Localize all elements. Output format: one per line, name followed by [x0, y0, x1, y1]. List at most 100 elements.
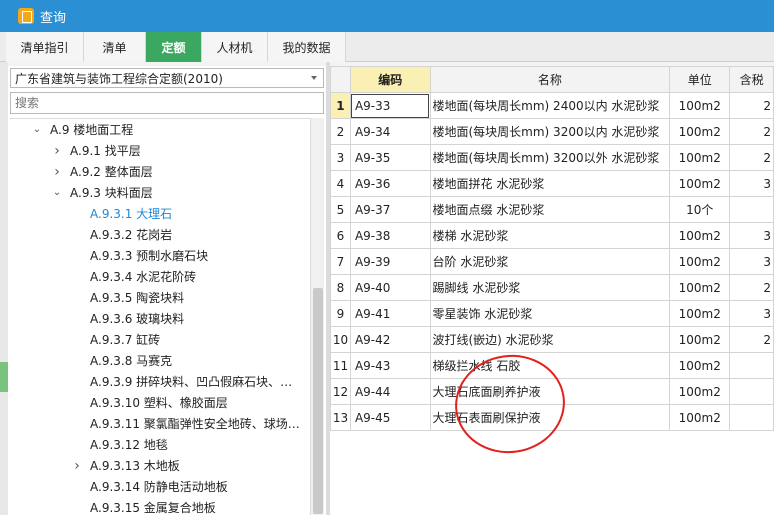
- row-number-cell[interactable]: 12: [330, 378, 351, 405]
- table-row[interactable]: 7 A9-39 台阶 水泥砂浆 100m2 3: [330, 248, 774, 275]
- column-header-code[interactable]: 编码: [349, 66, 431, 93]
- code-cell[interactable]: A9-40: [349, 274, 431, 301]
- table-row[interactable]: 1 A9-33 楼地面(每块周长mm) 2400以内 水泥砂浆 100m2 2: [330, 92, 774, 119]
- unit-cell[interactable]: 100m2: [669, 170, 731, 197]
- tree-item[interactable]: A.9.3.12 地毯: [10, 434, 310, 455]
- name-cell[interactable]: 台阶 水泥砂浆: [429, 248, 671, 275]
- table-row[interactable]: 9 A9-41 零星装饰 水泥砂浆 100m2 3: [330, 300, 774, 327]
- tree-item[interactable]: ⌄ A.9.3 块料面层: [10, 182, 310, 203]
- tree-item[interactable]: › A.9.2 整体面层: [10, 161, 310, 182]
- unit-cell[interactable]: 100m2: [669, 378, 731, 405]
- code-cell[interactable]: A9-43: [349, 352, 431, 379]
- row-number-cell[interactable]: 1: [330, 92, 351, 119]
- row-number-cell[interactable]: 6: [330, 222, 351, 249]
- unit-cell[interactable]: 100m2: [669, 274, 731, 301]
- chevron-right-icon[interactable]: ›: [52, 143, 62, 159]
- row-number-cell[interactable]: 2: [330, 118, 351, 145]
- tree-item[interactable]: A.9.3.2 花岗岩: [10, 224, 310, 245]
- tree-scrollbar[interactable]: [310, 118, 324, 515]
- tab-bill[interactable]: 清单: [84, 32, 146, 62]
- unit-cell[interactable]: 100m2: [669, 92, 731, 119]
- name-cell[interactable]: 楼地面(每块周长mm) 2400以内 水泥砂浆: [429, 92, 671, 119]
- unit-cell[interactable]: 100m2: [669, 222, 731, 249]
- tree-item[interactable]: A.9.3.15 金属复合地板: [10, 497, 310, 515]
- table-row[interactable]: 4 A9-36 楼地面拼花 水泥砂浆 100m2 3: [330, 170, 774, 197]
- row-number-cell[interactable]: 4: [330, 170, 351, 197]
- unit-cell[interactable]: 100m2: [669, 144, 731, 171]
- tree-item[interactable]: › A.9.1 找平层: [10, 140, 310, 161]
- code-cell[interactable]: A9-42: [349, 326, 431, 353]
- table-row[interactable]: 10 A9-42 波打线(嵌边) 水泥砂浆 100m2 2: [330, 326, 774, 353]
- unit-cell[interactable]: 100m2: [669, 404, 731, 431]
- unit-cell[interactable]: 10个: [669, 196, 731, 223]
- chevron-right-icon[interactable]: ›: [52, 164, 62, 180]
- tax-price-cell[interactable]: [729, 378, 774, 405]
- tree-item[interactable]: A.9.3.7 缸砖: [10, 329, 310, 350]
- row-number-cell[interactable]: 7: [330, 248, 351, 275]
- tab-my-data[interactable]: 我的数据: [268, 32, 346, 62]
- caret-down-icon[interactable]: [311, 76, 317, 80]
- code-cell[interactable]: A9-44: [349, 378, 431, 405]
- name-cell[interactable]: 楼梯 水泥砂浆: [429, 222, 671, 249]
- row-number-cell[interactable]: 9: [330, 300, 351, 327]
- tax-price-cell[interactable]: [729, 404, 774, 431]
- tree-item[interactable]: A.9.3.1 大理石: [10, 203, 310, 224]
- name-cell[interactable]: 零星装饰 水泥砂浆: [429, 300, 671, 327]
- tree-item[interactable]: A.9.3.8 马赛克: [10, 350, 310, 371]
- tree-item[interactable]: A.9.3.6 玻璃块料: [10, 308, 310, 329]
- tax-price-cell[interactable]: 3: [729, 170, 774, 197]
- row-number-cell[interactable]: 8: [330, 274, 351, 301]
- tree-item[interactable]: A.9.3.11 聚氯酯弹性安全地砖、球场…: [10, 413, 310, 434]
- tax-price-cell[interactable]: 2: [729, 274, 774, 301]
- tab-bill-guide[interactable]: 清单指引: [6, 32, 84, 62]
- chevron-right-icon[interactable]: ›: [72, 458, 82, 474]
- tax-price-cell[interactable]: 3: [729, 300, 774, 327]
- chevron-down-icon[interactable]: ⌄: [52, 187, 62, 198]
- tab-labor-material-machine[interactable]: 人材机: [202, 32, 268, 62]
- tax-price-cell[interactable]: 2: [729, 118, 774, 145]
- tree-item[interactable]: ⌄ A.9 楼地面工程: [10, 119, 310, 140]
- tree-item[interactable]: A.9.3.4 水泥花阶砖: [10, 266, 310, 287]
- chevron-down-icon[interactable]: ⌄: [32, 124, 42, 135]
- name-cell[interactable]: 波打线(嵌边) 水泥砂浆: [429, 326, 671, 353]
- name-cell[interactable]: 楼地面(每块周长mm) 3200以外 水泥砂浆: [429, 144, 671, 171]
- code-cell[interactable]: A9-45: [349, 404, 431, 431]
- code-cell[interactable]: A9-37: [349, 196, 431, 223]
- table-row[interactable]: 8 A9-40 踢脚线 水泥砂浆 100m2 2: [330, 274, 774, 301]
- table-row[interactable]: 3 A9-35 楼地面(每块周长mm) 3200以外 水泥砂浆 100m2 2: [330, 144, 774, 171]
- unit-cell[interactable]: 100m2: [669, 248, 731, 275]
- tree-scroll-thumb[interactable]: [313, 288, 323, 514]
- table-row[interactable]: 2 A9-34 楼地面(每块周长mm) 3200以内 水泥砂浆 100m2 2: [330, 118, 774, 145]
- tax-price-cell[interactable]: 3: [729, 248, 774, 275]
- tree-item[interactable]: A.9.3.9 拼碎块料、凹凸假麻石块、…: [10, 371, 310, 392]
- tax-price-cell[interactable]: 2: [729, 92, 774, 119]
- quota-library-select[interactable]: 广东省建筑与装饰工程综合定额(2010): [10, 68, 324, 88]
- tree-item[interactable]: A.9.3.3 预制水磨石块: [10, 245, 310, 266]
- unit-cell[interactable]: 100m2: [669, 300, 731, 327]
- code-cell[interactable]: A9-41: [349, 300, 431, 327]
- tree-item[interactable]: A.9.3.10 塑料、橡胶面层: [10, 392, 310, 413]
- tab-quota[interactable]: 定额: [146, 32, 202, 62]
- search-input[interactable]: [10, 92, 324, 114]
- code-cell[interactable]: A9-39: [349, 248, 431, 275]
- tax-price-cell[interactable]: 2: [729, 326, 774, 353]
- table-row[interactable]: 5 A9-37 楼地面点缀 水泥砂浆 10个: [330, 196, 774, 223]
- row-number-cell[interactable]: 13: [330, 404, 351, 431]
- name-cell[interactable]: 踢脚线 水泥砂浆: [429, 274, 671, 301]
- code-cell[interactable]: A9-35: [349, 144, 431, 171]
- column-header-tax-price[interactable]: 含税: [729, 66, 774, 93]
- column-header-unit[interactable]: 单位: [669, 66, 731, 93]
- name-cell[interactable]: 楼地面拼花 水泥砂浆: [429, 170, 671, 197]
- code-cell[interactable]: A9-33: [349, 92, 431, 119]
- unit-cell[interactable]: 100m2: [669, 326, 731, 353]
- tree-item[interactable]: A.9.3.14 防静电活动地板: [10, 476, 310, 497]
- column-header-name[interactable]: 名称: [429, 66, 671, 93]
- row-number-cell[interactable]: 3: [330, 144, 351, 171]
- code-cell[interactable]: A9-34: [349, 118, 431, 145]
- code-cell[interactable]: A9-38: [349, 222, 431, 249]
- code-cell[interactable]: A9-36: [349, 170, 431, 197]
- tax-price-cell[interactable]: 2: [729, 144, 774, 171]
- unit-cell[interactable]: 100m2: [669, 352, 731, 379]
- tax-price-cell[interactable]: 3: [729, 222, 774, 249]
- name-cell[interactable]: 楼地面点缀 水泥砂浆: [429, 196, 671, 223]
